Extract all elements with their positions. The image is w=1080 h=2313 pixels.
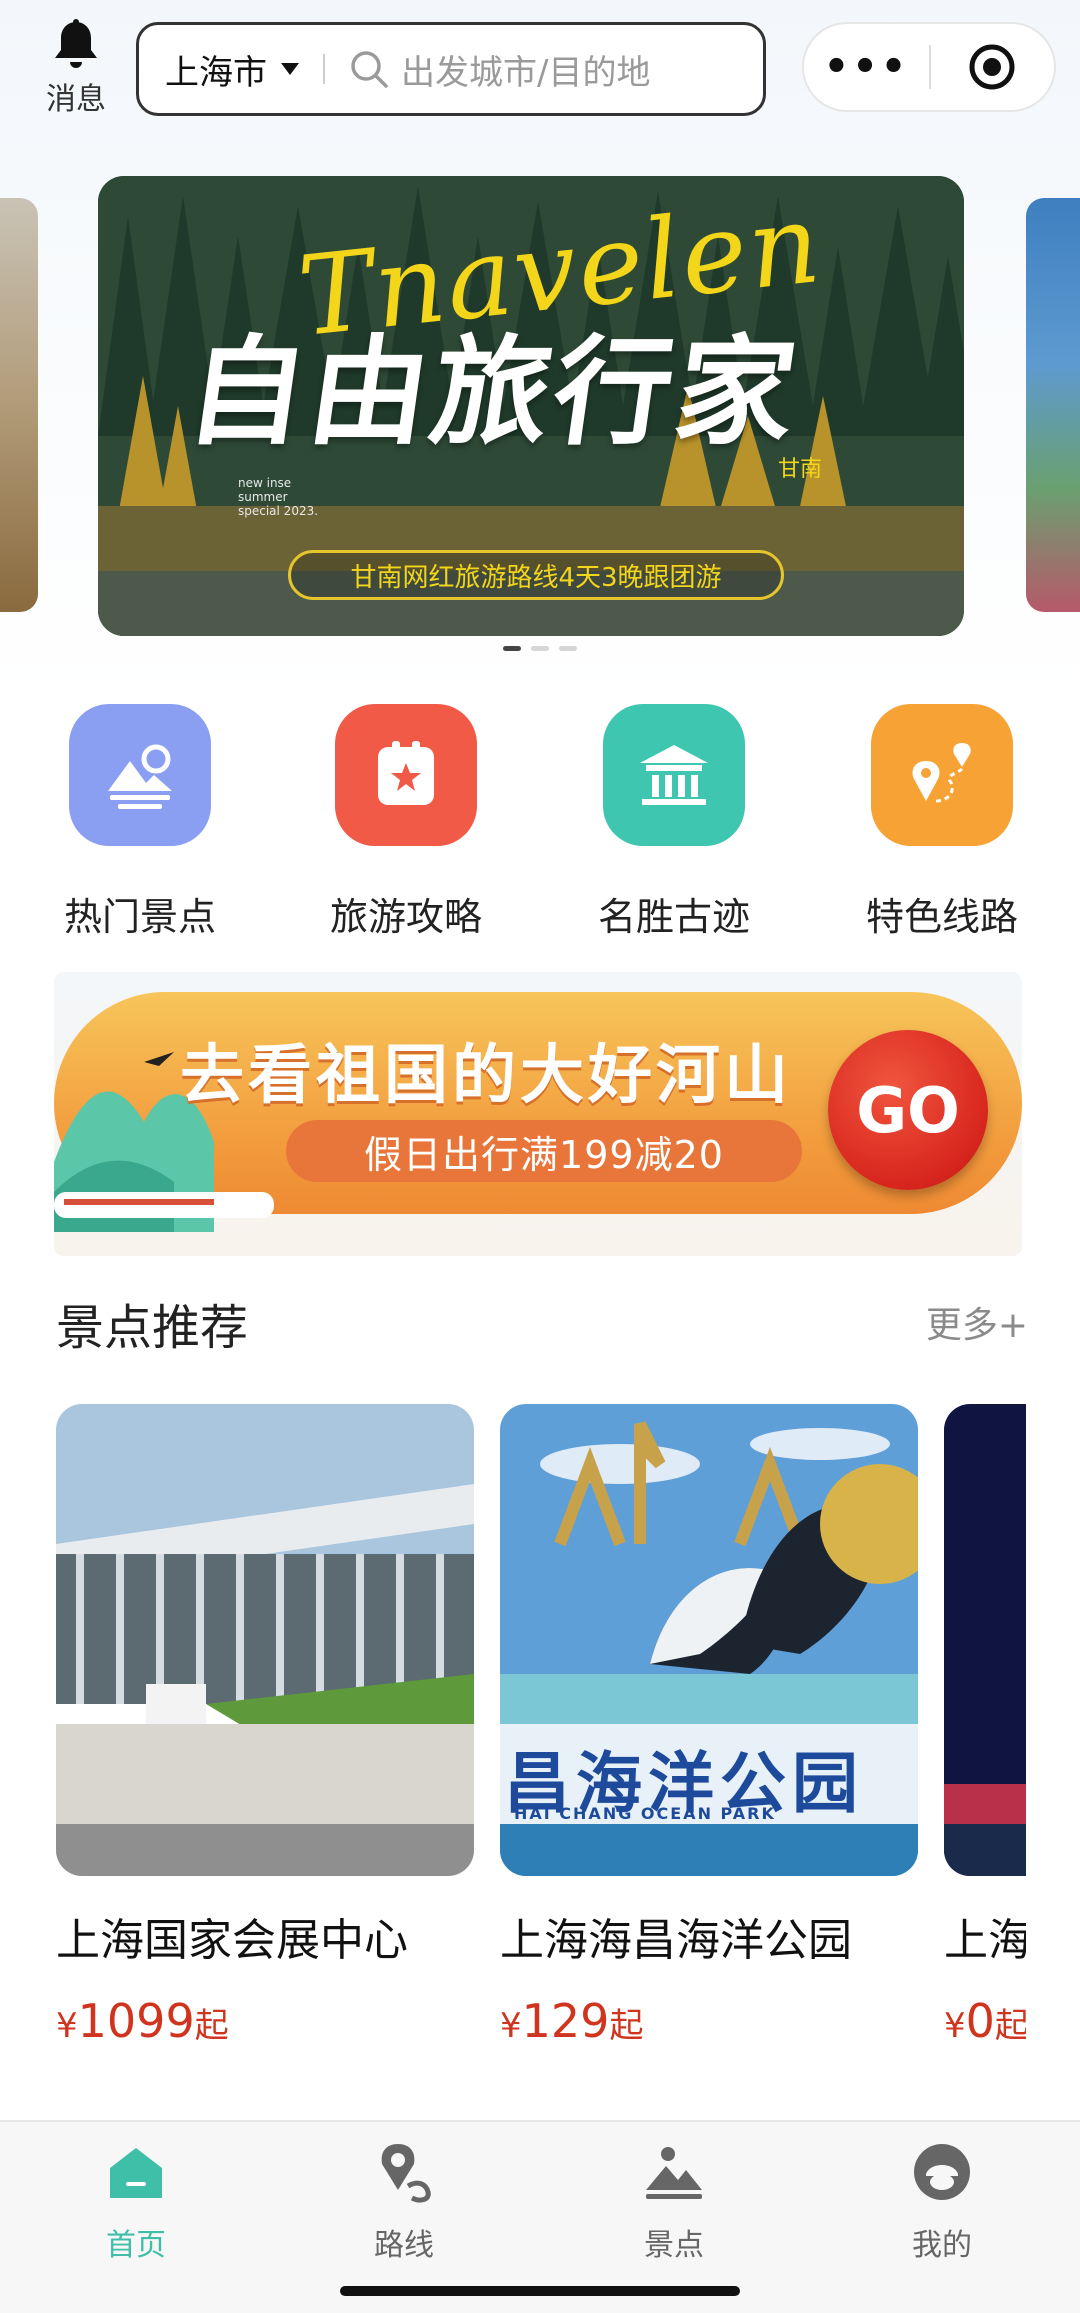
price-value: 0	[965, 1994, 995, 2048]
attraction-card[interactable]: 上海 ¥0起	[944, 1404, 1026, 2048]
tab-profile[interactable]: 我的	[852, 2140, 1032, 2264]
temple-icon	[603, 704, 745, 846]
search-icon	[351, 51, 388, 88]
price-suffix: 起	[994, 2006, 1026, 2046]
nav-featured-routes[interactable]: 特色线路	[842, 704, 1042, 941]
price-value: 1099	[77, 1994, 195, 2048]
carousel-slide-next[interactable]	[1026, 198, 1080, 612]
carousel-dot	[559, 646, 577, 651]
price-currency: ¥	[944, 2006, 966, 2046]
page: 消息 上海市 出发城市/目的地 ••• Tnavelen 自由旅行家 甘南 ne…	[0, 0, 1080, 2313]
banner-carousel[interactable]: Tnavelen 自由旅行家 甘南 new inse summer specia…	[0, 172, 1080, 651]
banner-place-tag: 甘南	[778, 457, 823, 482]
tab-label: 景点	[644, 2228, 704, 2263]
attraction-name: 上海海昌海洋公园	[500, 1915, 852, 1966]
city-label: 上海市	[165, 52, 267, 93]
banner-small-note: new inse summer special 2023.	[238, 476, 319, 518]
mini-program-capsule: •••	[802, 22, 1056, 112]
banner-route-pill: 甘南网红旅游路线4天3晚跟团游	[288, 550, 784, 600]
carousel-dot	[503, 646, 521, 651]
close-mini-program-button[interactable]	[931, 42, 1054, 92]
nav-travel-guide[interactable]: 旅游攻略	[306, 704, 506, 941]
tab-attractions[interactable]: 景点	[584, 2140, 764, 2264]
messages-label: 消息	[46, 82, 106, 117]
nav-hot-attractions[interactable]: 热门景点	[40, 704, 240, 941]
attraction-price: ¥129起	[500, 1994, 918, 2048]
attraction-image	[944, 1404, 1026, 1876]
banner-title: 自由旅行家	[178, 323, 809, 461]
promo-go-button[interactable]: GO	[828, 1030, 988, 1190]
park-sign-subtext: HAI CHANG OCEAN PARK	[514, 1804, 776, 1823]
section-more-link[interactable]: 更多+	[926, 1296, 1028, 1348]
nav-historic-sites[interactable]: 名胜古迹	[574, 704, 774, 941]
nav-label: 热门景点	[63, 895, 216, 939]
route-icon	[381, 2144, 431, 2203]
bell-icon	[55, 19, 97, 68]
section-title: 景点推荐	[56, 1300, 249, 1356]
route-pin-icon	[871, 704, 1013, 846]
city-selector[interactable]: 上海市	[139, 45, 299, 94]
attraction-card[interactable]: 上海国家会展中心 ¥1099起	[56, 1404, 474, 2048]
price-suffix: 起	[609, 2006, 644, 2046]
promo-headline: 去看祖国的大好河山	[180, 1039, 792, 1113]
carousel-slide-current[interactable]: Tnavelen 自由旅行家 甘南 new inse summer specia…	[98, 176, 964, 636]
tab-label: 我的	[912, 2228, 972, 2263]
messages-button[interactable]: 消息	[38, 18, 114, 118]
price-value: 129	[521, 1994, 610, 2048]
search-input[interactable]: 出发城市/目的地	[401, 45, 650, 94]
tab-label: 路线	[374, 2228, 434, 2263]
promo-banner[interactable]: 去看祖国的大好河山 假日出行满199减20 GO	[54, 972, 1022, 1256]
scenic-icon	[646, 2147, 702, 2199]
tab-home[interactable]: 首页	[46, 2140, 226, 2264]
home-indicator	[340, 2286, 740, 2296]
price-suffix: 起	[194, 2006, 229, 2046]
attraction-image: 昌海洋公园 HAI CHANG OCEAN PARK	[500, 1404, 918, 1876]
attraction-list: 上海国家会展中心 ¥1099起 昌海洋公园 HAI CHANG OCEAN PA…	[56, 1404, 1026, 2064]
home-icon	[110, 2148, 162, 2198]
nav-label: 名胜古迹	[597, 895, 750, 939]
carousel-dot	[531, 646, 549, 651]
divider	[323, 54, 325, 84]
attraction-price: ¥1099起	[56, 1994, 474, 2048]
tab-routes[interactable]: 路线	[314, 2140, 494, 2264]
price-currency: ¥	[56, 2006, 78, 2046]
guide-book-icon	[335, 704, 477, 846]
carousel-indicator	[0, 646, 1080, 651]
more-menu-button[interactable]: •••	[804, 47, 929, 87]
quick-nav-grid: 热门景点 旅游攻略 名胜古迹 特色线路	[0, 704, 1080, 944]
attraction-name: 上海	[944, 1915, 1026, 1966]
bottom-tab-bar: 首页 路线 景点 我的	[0, 2120, 1080, 2313]
top-bar: 消息 上海市 出发城市/目的地 •••	[0, 0, 1080, 140]
attraction-card[interactable]: 昌海洋公园 HAI CHANG OCEAN PARK 上海海昌海洋公园 ¥129…	[500, 1404, 918, 2048]
target-icon	[969, 44, 1015, 90]
attraction-price: ¥0起	[944, 1994, 1026, 2048]
tab-label: 首页	[106, 2228, 166, 2263]
price-currency: ¥	[500, 2006, 522, 2046]
mountain-icon	[69, 704, 211, 846]
search-bar[interactable]: 上海市 出发城市/目的地	[136, 22, 766, 116]
nav-label: 旅游攻略	[329, 895, 482, 939]
attraction-image	[56, 1404, 474, 1876]
carousel-slide-prev[interactable]	[0, 198, 38, 612]
promo-offer: 假日出行满199减20	[286, 1120, 802, 1182]
nav-label: 特色线路	[865, 895, 1018, 939]
caret-down-icon	[281, 63, 299, 75]
attraction-name: 上海国家会展中心	[56, 1915, 408, 1966]
profile-icon	[914, 2144, 970, 2200]
